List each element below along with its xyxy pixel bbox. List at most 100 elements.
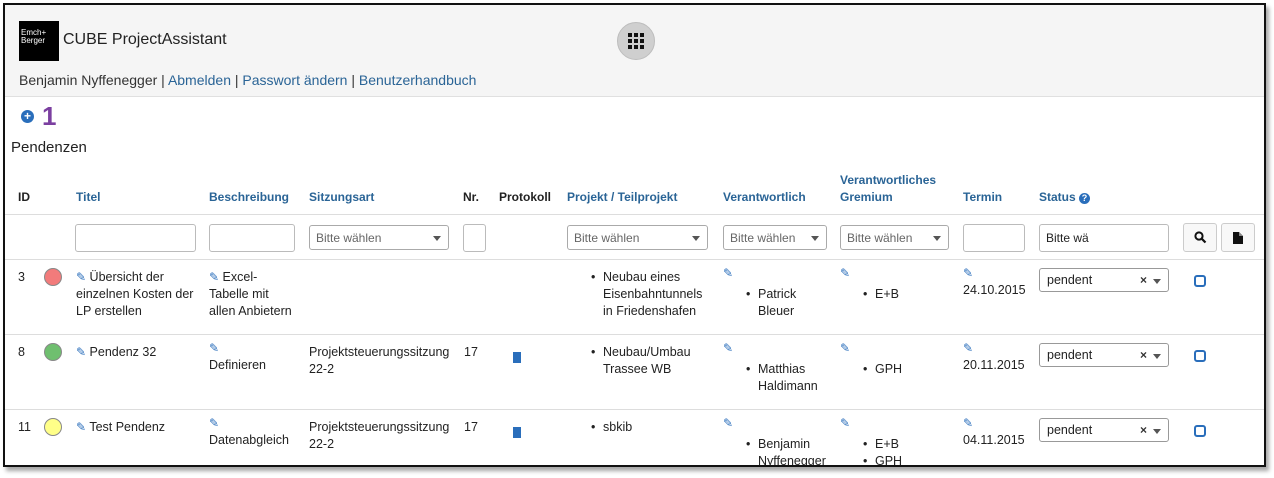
gremium-item: E+B — [863, 286, 899, 303]
pencil-icon[interactable]: ✎ — [840, 341, 850, 355]
column-header-titel[interactable]: Titel — [76, 189, 100, 206]
beschreibung-filter-input[interactable] — [209, 224, 295, 252]
clear-icon[interactable]: × — [1140, 273, 1147, 287]
clear-icon[interactable]: × — [1140, 423, 1147, 437]
traffic-light-green — [44, 343, 62, 361]
projekt-item: Neubau/Umbau Trassee WB — [591, 344, 691, 378]
column-header-sitzungsart[interactable]: Sitzungsart — [309, 189, 374, 206]
titel-line: einzelnen Kosten der — [76, 287, 194, 301]
gremium-edit[interactable]: ✎ — [840, 415, 850, 432]
status-select[interactable]: pendent × — [1039, 418, 1169, 442]
column-header-projekt[interactable]: Projekt / Teilprojekt — [567, 189, 677, 206]
pencil-icon[interactable]: ✎ — [76, 420, 86, 434]
gremium-edit[interactable]: ✎ — [840, 340, 850, 357]
projekt-item: Neubau eines Eisenbahntunnels in Frieden… — [591, 269, 702, 320]
termin-filter-input[interactable] — [963, 224, 1025, 252]
traffic-light-yellow — [44, 418, 62, 436]
sitzungsart-filter-select[interactable]: Bitte wählen — [309, 225, 449, 250]
column-header-verantwortlich[interactable]: Verantwortlich — [723, 189, 806, 206]
gremium-list: E+B — [863, 286, 899, 303]
pencil-icon[interactable]: ✎ — [840, 416, 850, 430]
column-header-nr: Nr. — [463, 190, 480, 204]
titel-filter-input[interactable] — [75, 224, 196, 252]
user-name: Benjamin Nyffenegger — [19, 72, 158, 88]
export-button[interactable] — [1221, 223, 1255, 252]
pencil-icon[interactable]: ✎ — [76, 270, 86, 284]
search-button[interactable] — [1183, 223, 1217, 252]
row-sitzungsart: Projektsteuerungssitzung 22-2 — [309, 344, 459, 378]
titel-line: Übersicht der — [89, 270, 164, 284]
verantwortlich-edit[interactable]: ✎ — [723, 340, 733, 357]
document-icon[interactable] — [513, 352, 521, 363]
separator: | — [234, 72, 239, 88]
plus-circle-icon[interactable]: + — [21, 110, 34, 123]
gremium-edit[interactable]: ✎ — [840, 265, 850, 282]
nr-filter-input[interactable] — [463, 224, 486, 252]
select-value: Bitte wählen — [574, 231, 640, 245]
pencil-icon[interactable]: ✎ — [209, 341, 219, 355]
edit-square-icon[interactable] — [1194, 275, 1206, 287]
sitzungsart-line: Projektsteuerungssitzung — [309, 345, 450, 359]
verantwortlich-edit[interactable]: ✎ — [723, 265, 733, 282]
projekt-list: sbkib — [591, 419, 632, 436]
termin-value: 20.11.2015 — [963, 358, 1025, 372]
row-beschreibung[interactable]: ✎ Excel- Tabelle mit allen Anbietern — [209, 269, 304, 320]
status-filter-input[interactable]: Bitte wä — [1039, 224, 1169, 252]
edit-square-icon[interactable] — [1194, 350, 1206, 362]
termin-cell[interactable]: ✎ 04.11.2015 — [963, 415, 1025, 449]
pencil-icon[interactable]: ✎ — [76, 345, 86, 359]
verantwortlich-item: Patrick Bleuer — [746, 286, 796, 320]
caret-down-icon — [692, 236, 700, 241]
row-beschreibung[interactable]: ✎ Definieren — [209, 340, 304, 374]
status-select[interactable]: pendent × — [1039, 343, 1169, 367]
termin-cell[interactable]: ✎ 24.10.2015 — [963, 265, 1026, 299]
termin-cell[interactable]: ✎ 20.11.2015 — [963, 340, 1025, 374]
logout-link[interactable]: Abmelden — [168, 72, 231, 88]
change-password-link[interactable]: Passwort ändern — [242, 72, 347, 88]
column-header-beschreibung[interactable]: Beschreibung — [209, 189, 289, 206]
projekt-filter-select[interactable]: Bitte wählen — [567, 225, 708, 250]
pencil-icon[interactable]: ✎ — [963, 416, 973, 430]
document-icon[interactable] — [513, 427, 521, 438]
pencil-icon[interactable]: ✎ — [209, 270, 219, 284]
table-row: 3 ✎ Übersicht der einzelnen Kosten der L… — [5, 260, 1264, 335]
user-manual-link[interactable]: Benutzerhandbuch — [359, 72, 477, 88]
beschreibung-line: Definieren — [209, 358, 266, 372]
verantwortlich-edit[interactable]: ✎ — [723, 415, 733, 432]
column-header-gremium-line2: Gremium — [840, 190, 893, 204]
row-titel[interactable]: ✎ Übersicht der einzelnen Kosten der LP … — [76, 269, 201, 320]
row-titel[interactable]: ✎ Test Pendenz — [76, 419, 201, 436]
separator: | — [351, 72, 355, 88]
status-select[interactable]: pendent × — [1039, 268, 1169, 292]
pencil-icon[interactable]: ✎ — [723, 416, 733, 430]
column-header-status[interactable]: Status ? — [1039, 189, 1091, 206]
pencil-icon[interactable]: ✎ — [723, 341, 733, 355]
edit-square-icon[interactable] — [1194, 425, 1206, 437]
row-id: 8 — [18, 345, 25, 359]
row-titel[interactable]: ✎ Pendenz 32 — [76, 344, 201, 361]
clear-icon[interactable]: × — [1140, 348, 1147, 362]
pencil-icon[interactable]: ✎ — [963, 341, 973, 355]
question-circle-icon[interactable]: ? — [1079, 193, 1091, 204]
beschreibung-line: Datenabgleich — [209, 433, 289, 447]
pencil-icon[interactable]: ✎ — [840, 266, 850, 280]
column-header-termin[interactable]: Termin — [963, 189, 1002, 206]
select-value: Bitte wählen — [730, 231, 796, 245]
column-header-gremium[interactable]: Verantwortliches Gremium — [840, 172, 936, 206]
gremium-item: E+B — [863, 436, 902, 453]
verantwortlich-filter-select[interactable]: Bitte wählen — [723, 225, 827, 250]
pencil-icon[interactable]: ✎ — [209, 416, 219, 430]
projekt-item: sbkib — [591, 419, 632, 436]
beschreibung-line: allen Anbietern — [209, 304, 292, 318]
row-id: 3 — [18, 270, 25, 284]
sitzungsart-line: Projektsteuerungssitzung — [309, 420, 450, 434]
apps-menu-button[interactable] — [617, 22, 655, 60]
pencil-icon[interactable]: ✎ — [963, 266, 973, 280]
gremium-item: GPH — [863, 361, 902, 378]
row-beschreibung[interactable]: ✎ Datenabgleich — [209, 415, 304, 449]
row-nr: 17 — [464, 420, 478, 434]
gremium-filter-select[interactable]: Bitte wählen — [840, 225, 949, 250]
pencil-icon[interactable]: ✎ — [723, 266, 733, 280]
caret-down-icon — [1153, 429, 1161, 434]
grid-icon — [628, 33, 644, 49]
